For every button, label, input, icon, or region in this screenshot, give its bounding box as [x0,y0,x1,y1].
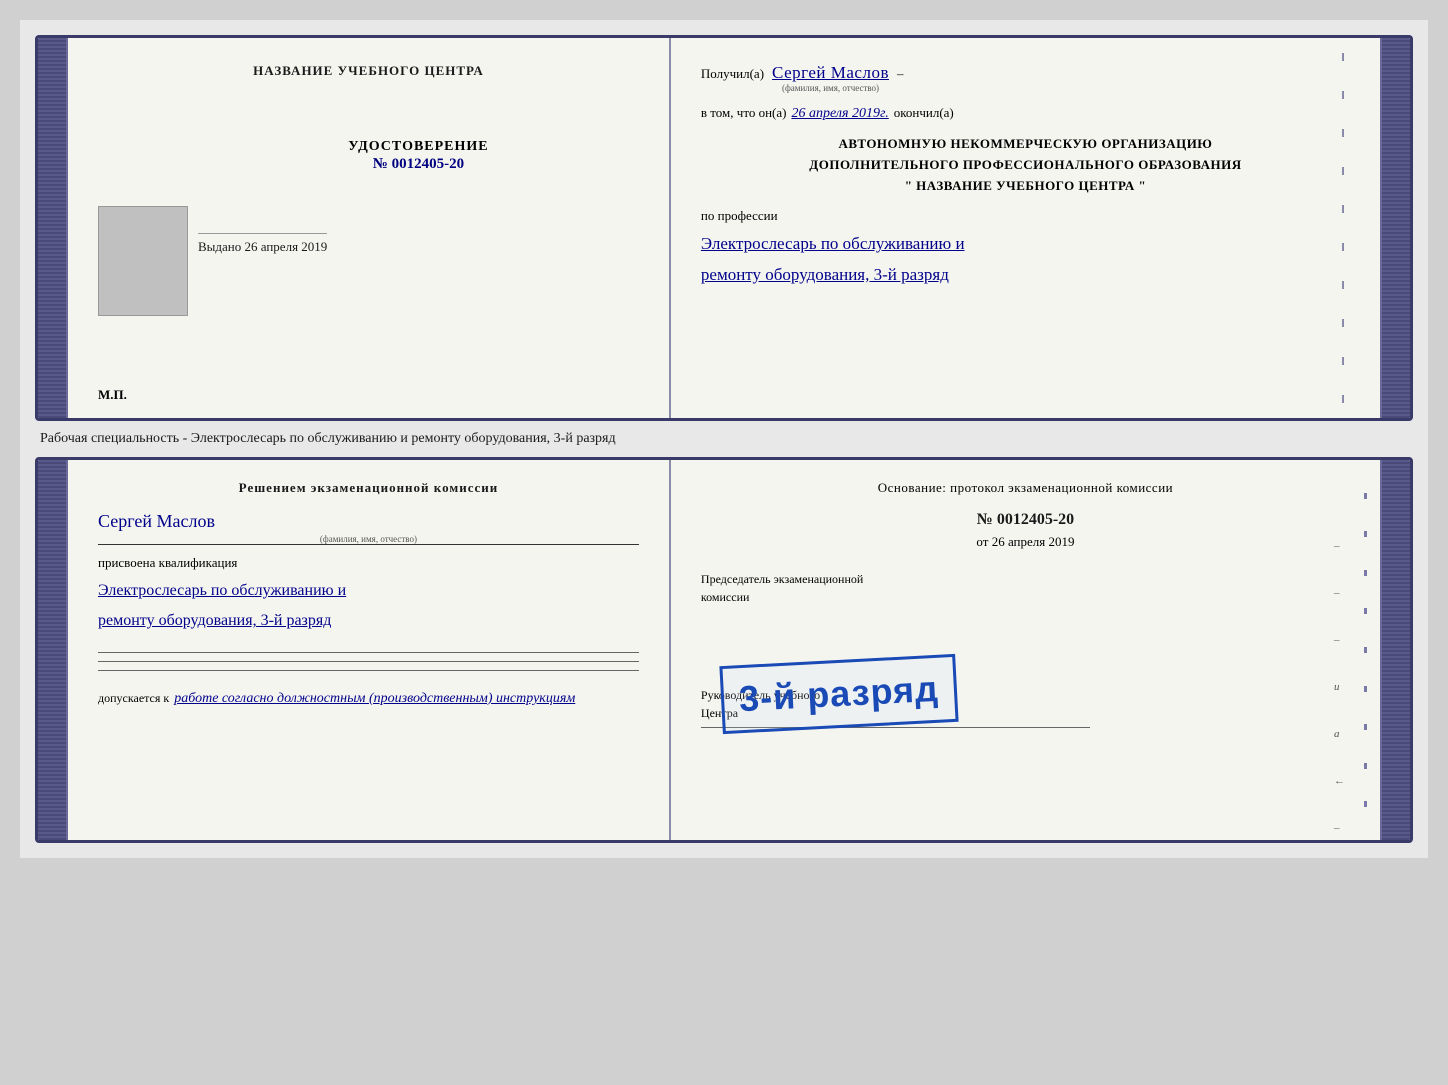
between-text: Рабочая специальность - Электрослесарь п… [35,421,1413,457]
dopuskaetsya-block: допускается к работе согласно должностны… [98,691,639,707]
vtom-prefix: в том, что он(а) [701,105,787,121]
completion-date: 26 апреля 2019г. [791,106,888,122]
predsedatel-block: Председатель экзаменационной комиссии [701,570,1350,606]
resheniem-title: Решением экзаменационной комиссии [98,480,639,496]
sig-line-2 [98,661,639,662]
stamp-text: 3-й разряд [738,668,940,719]
vydano-line: Выдано 26 апреля 2019 [198,233,327,255]
dash-top: – [897,66,904,82]
document-top: НАЗВАНИЕ УЧЕБНОГО ЦЕНТРА УДОСТОВЕРЕНИЕ №… [35,35,1413,421]
document-bottom: Решением экзаменационной комиссии Сергей… [35,457,1413,843]
doc2-left-panel: Решением экзаменационной комиссии Сергей… [68,460,671,840]
fio-label-doc2: (фамилия, имя, отчество) [98,534,639,544]
sig-line-1 [98,652,639,653]
po-professii-block: по профессии Электрослесарь по обслужива… [701,208,1350,290]
right-edge-marks: – – – и а ← – – – – [1334,540,1345,843]
poluchil-label: Получил(а) [701,66,764,82]
dopuskaetsya-prefix: допускается к [98,691,169,706]
udostoverenie-label: УДОСТОВЕРЕНИЕ [198,139,639,155]
doc2-name: Сергей Маслов [98,511,639,532]
photo-placeholder [98,206,188,316]
name-underline: Сергей Маслов (фамилия, имя, отчество) [98,511,639,545]
organization-block: АВТОНОМНУЮ НЕКОММЕРЧЕСКУЮ ОРГАНИЗАЦИЮ ДО… [701,134,1350,196]
predsedatel-line1: Председатель экзаменационной [701,572,863,586]
profession-text: Электрослесарь по обслуживанию и ремонту… [701,229,1350,290]
udostoverenie-number: № 0012405-20 [373,156,464,172]
doc2-number: № 0012405-20 [701,511,1350,529]
dopusk-text: работе согласно должностным (производств… [174,691,575,707]
org-line3: " НАЗВАНИЕ УЧЕБНОГО ЦЕНТРА " [701,176,1350,197]
udostoverenie-block: УДОСТОВЕРЕНИЕ № 0012405-20 [198,139,639,173]
doc2-right-panel: Основание: протокол экзаменационной коми… [671,460,1380,840]
stamp-box: 3-й разряд [719,654,958,734]
side-lines [1355,460,1375,840]
doc1-right-panel: Получил(а) Сергей Маслов (фамилия, имя, … [671,38,1380,418]
doc1-left-panel: НАЗВАНИЕ УЧЕБНОГО ЦЕНТРА УДОСТОВЕРЕНИЕ №… [68,38,671,418]
doc1-center-title: НАЗВАНИЕ УЧЕБНОГО ЦЕНТРА [98,63,639,79]
qualification-block: Электрослесарь по обслуживанию и ремонту… [98,576,639,637]
fio-label-top: (фамилия, имя, отчество) [772,83,889,93]
okoncil-suffix: окончил(а) [894,105,954,121]
osnovanie-title: Основание: протокол экзаменационной коми… [701,480,1350,496]
org-line1: АВТОНОМНУЮ НЕКОММЕРЧЕСКУЮ ОРГАНИЗАЦИЮ [701,134,1350,155]
prisvoena-label: присвоена квалификация [98,555,639,571]
po-professii-label: по профессии [701,208,1350,224]
poluchil-line: Получил(а) Сергей Маслов (фамилия, имя, … [701,63,1350,93]
page-background: НАЗВАНИЕ УЧЕБНОГО ЦЕНТРА УДОСТОВЕРЕНИЕ №… [20,20,1428,858]
qualification-text: Электрослесарь по обслуживанию и ремонту… [98,576,639,637]
ot-line: от 26 апреля 2019 [701,534,1350,550]
mp-label: М.П. [98,387,127,403]
recipient-name: Сергей Маслов [772,63,889,82]
signature-lines [98,652,639,671]
sig-line-3 [98,670,639,671]
recipient-name-wrapper: Сергей Маслов (фамилия, имя, отчество) [772,63,889,93]
predsedatel-line2: комиссии [701,590,750,604]
org-line2: ДОПОЛНИТЕЛЬНОГО ПРОФЕССИОНАЛЬНОГО ОБРАЗО… [701,155,1350,176]
vtom-line: в том, что он(а) 26 апреля 2019г. окончи… [701,105,1350,122]
